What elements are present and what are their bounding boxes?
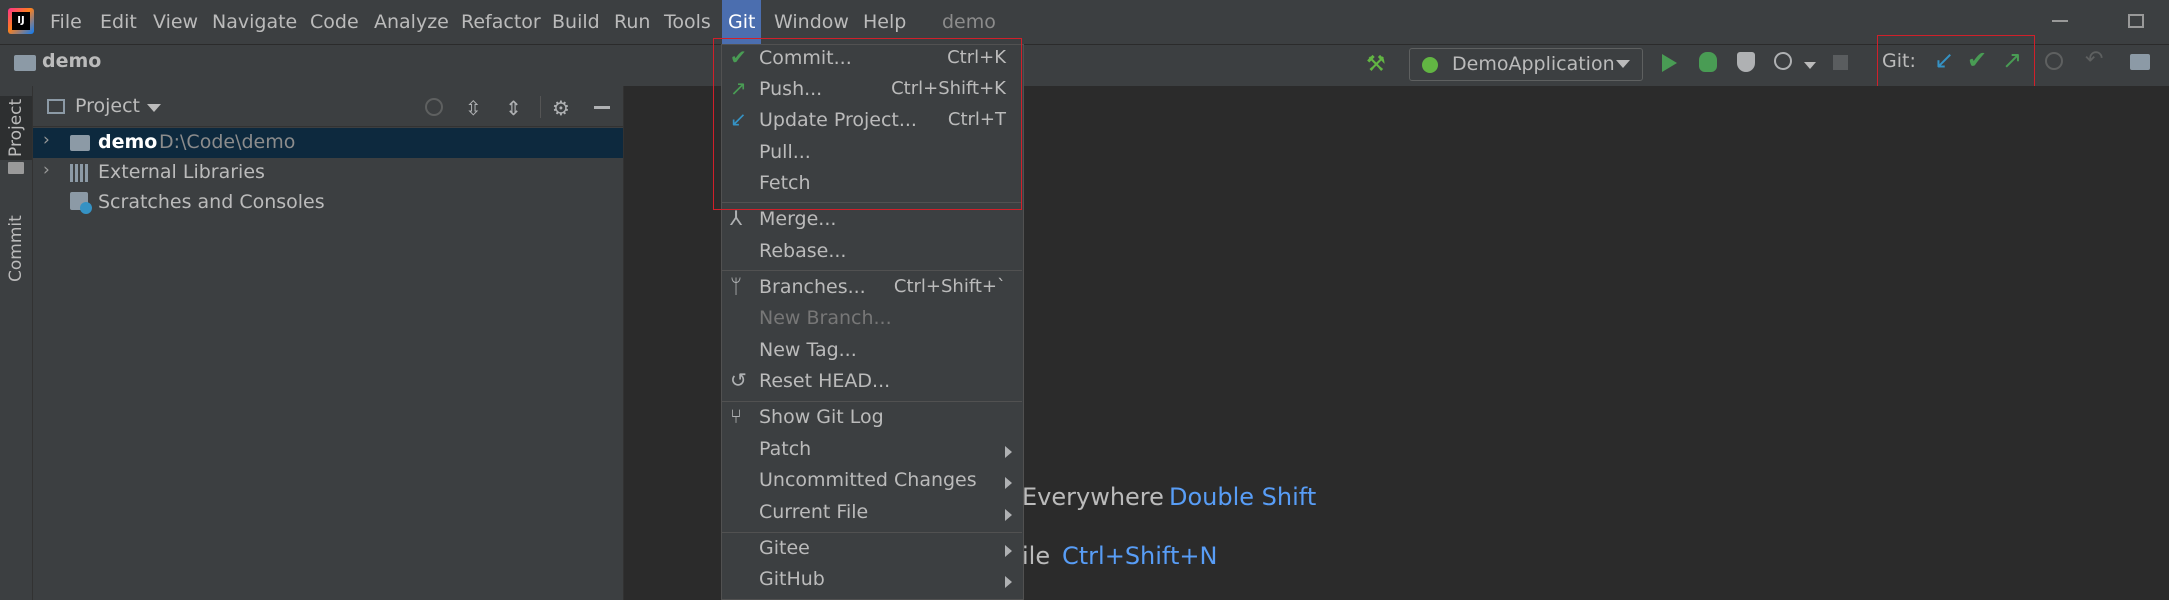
menu-refactor[interactable]: Refactor bbox=[455, 0, 547, 44]
build-hammer-icon[interactable]: ⚒ bbox=[1366, 52, 1386, 77]
menu-item-new-branch: New Branch... bbox=[722, 305, 1022, 335]
history-clock-icon[interactable] bbox=[2045, 52, 2063, 70]
editor-hint-text: Everywhere bbox=[1022, 483, 1164, 511]
spring-boot-icon bbox=[1422, 57, 1438, 73]
menu-item-current-file[interactable]: Current File bbox=[722, 499, 1022, 529]
highlight-box-menu bbox=[713, 38, 1022, 210]
tree-item-label: Scratches and Consoles bbox=[98, 191, 325, 213]
menu-analyze[interactable]: Analyze bbox=[368, 0, 455, 44]
scratches-icon bbox=[70, 192, 92, 214]
tree-item-label: demo bbox=[98, 131, 158, 153]
menu-tools[interactable]: Tools bbox=[658, 0, 717, 44]
editor-hint-shortcut: Ctrl+Shift+N bbox=[1062, 542, 1218, 570]
menu-item-gitee[interactable]: Gitee bbox=[722, 535, 1022, 565]
minimize-icon[interactable] bbox=[2052, 20, 2068, 22]
run-configuration-label: DemoApplication bbox=[1452, 53, 1615, 75]
menu-item-label: GitHub bbox=[759, 568, 825, 590]
menu-run[interactable]: Run bbox=[608, 0, 656, 44]
stop-icon[interactable] bbox=[1833, 55, 1848, 70]
reset-icon: ↺ bbox=[730, 368, 747, 392]
menu-item-rebase[interactable]: Rebase... bbox=[722, 238, 1022, 268]
hide-panel-icon[interactable] bbox=[594, 106, 610, 109]
menu-separator bbox=[722, 532, 1022, 533]
editor-hint-shortcut: Double Shift bbox=[1169, 483, 1317, 511]
menu-edit[interactable]: Edit bbox=[94, 0, 143, 44]
submenu-arrow-icon bbox=[1005, 446, 1012, 458]
libraries-icon bbox=[70, 164, 88, 182]
menu-item-merge[interactable]: ⅄ Merge... bbox=[722, 206, 1022, 236]
menu-item-reset-head[interactable]: ↺ Reset HEAD... bbox=[722, 368, 1022, 398]
tab-commit[interactable]: Commit bbox=[0, 206, 32, 292]
folder-icon bbox=[8, 162, 24, 174]
menu-separator bbox=[722, 401, 1022, 402]
menu-item-label: Branches... bbox=[759, 276, 866, 298]
profiler-icon[interactable] bbox=[1774, 52, 1792, 70]
menu-build[interactable]: Build bbox=[546, 0, 606, 44]
menu-code[interactable]: Code bbox=[304, 0, 365, 44]
submenu-arrow-icon bbox=[1005, 477, 1012, 489]
toolbar-divider bbox=[540, 96, 541, 118]
menu-item-new-tag[interactable]: New Tag... bbox=[722, 337, 1022, 367]
menu-separator bbox=[722, 270, 1022, 271]
submenu-arrow-icon bbox=[1005, 509, 1012, 521]
expand-all-icon[interactable]: ⇳ bbox=[465, 96, 482, 120]
chevron-down-icon bbox=[1616, 60, 1630, 68]
menu-item-patch[interactable]: Patch bbox=[722, 436, 1022, 466]
menu-file[interactable]: File bbox=[44, 0, 88, 44]
project-structure-icon[interactable] bbox=[2130, 54, 2150, 70]
rollback-icon[interactable]: ↶ bbox=[2085, 47, 2103, 72]
chevron-down-icon[interactable] bbox=[147, 104, 161, 112]
branch-icon: ᛘ bbox=[730, 274, 742, 298]
menu-view[interactable]: View bbox=[147, 0, 204, 44]
menu-item-label: New Tag... bbox=[759, 339, 857, 361]
menu-item-uncommitted-changes[interactable]: Uncommitted Changes bbox=[722, 467, 1022, 497]
menu-navigate[interactable]: Navigate bbox=[206, 0, 303, 44]
menu-item-label: Reset HEAD... bbox=[759, 370, 891, 392]
project-panel-title[interactable]: Project bbox=[75, 95, 140, 117]
submenu-arrow-icon bbox=[1005, 576, 1012, 588]
menu-item-label: Merge... bbox=[759, 208, 837, 230]
intellij-logo-icon: IJ bbox=[8, 8, 34, 34]
merge-icon: ⅄ bbox=[730, 206, 743, 230]
editor-hint-text: ile bbox=[1022, 542, 1051, 570]
menu-item-label: Gitee bbox=[759, 537, 810, 559]
locate-target-icon[interactable] bbox=[425, 98, 443, 116]
menu-item-branches[interactable]: ᛘ Branches... Ctrl+Shift+` bbox=[722, 274, 1022, 304]
collapse-all-icon[interactable]: ⇕ bbox=[505, 96, 522, 120]
menu-item-show-git-log[interactable]: ⑂ Show Git Log bbox=[722, 404, 1022, 434]
chevron-down-icon[interactable] bbox=[1804, 62, 1816, 69]
menu-item-label: Rebase... bbox=[759, 240, 847, 262]
debug-bug-icon[interactable] bbox=[1699, 52, 1717, 72]
git-log-icon: ⑂ bbox=[730, 404, 742, 428]
menu-item-label: Current File bbox=[759, 501, 869, 523]
menu-item-label: New Branch... bbox=[759, 307, 892, 329]
menu-item-label: Uncommitted Changes bbox=[759, 469, 977, 491]
gear-icon[interactable]: ⚙ bbox=[552, 96, 570, 120]
tree-item-label: External Libraries bbox=[98, 161, 265, 183]
restore-window-icon[interactable] bbox=[2128, 14, 2144, 28]
submenu-arrow-icon bbox=[1005, 545, 1012, 557]
tab-project[interactable]: Project bbox=[0, 96, 32, 160]
coverage-shield-icon[interactable] bbox=[1737, 52, 1755, 72]
menu-item-shortcut: Ctrl+Shift+` bbox=[893, 276, 1006, 297]
module-folder-icon bbox=[70, 135, 90, 151]
chevron-right-icon[interactable]: › bbox=[43, 130, 50, 150]
folder-icon bbox=[14, 55, 36, 71]
chevron-right-icon[interactable]: › bbox=[43, 160, 50, 180]
run-icon[interactable] bbox=[1662, 54, 1677, 72]
project-view-icon bbox=[47, 99, 65, 114]
breadcrumb-project[interactable]: demo bbox=[42, 50, 101, 72]
tree-item-path: D:\Code\demo bbox=[159, 131, 296, 153]
run-configuration-select[interactable]: DemoApplication bbox=[1409, 48, 1643, 81]
menu-item-label: Patch bbox=[759, 438, 812, 460]
menu-item-github[interactable]: GitHub bbox=[722, 566, 1022, 596]
menu-item-label: Show Git Log bbox=[759, 406, 884, 428]
